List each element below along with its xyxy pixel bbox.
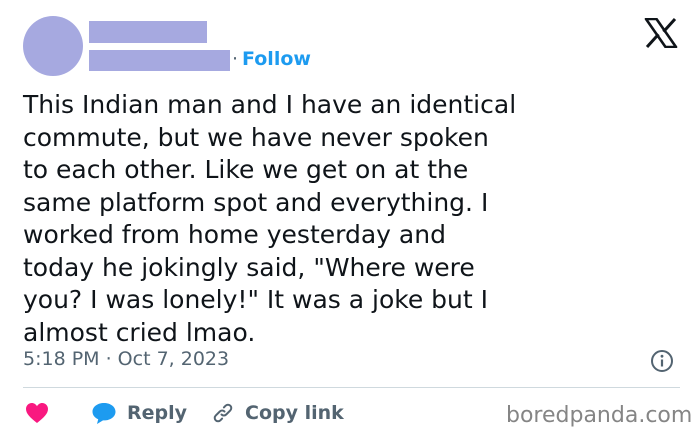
follow-button[interactable]: · Follow [232, 47, 311, 71]
x-logo-icon[interactable] [644, 18, 678, 48]
username-redacted[interactable] [89, 50, 230, 71]
display-name-redacted[interactable] [89, 21, 207, 43]
action-bar: Reply Copy link [25, 398, 344, 428]
info-icon[interactable] [650, 349, 674, 373]
avatar[interactable] [23, 16, 83, 76]
follow-label: Follow [242, 48, 311, 70]
watermark: boredpanda.com [506, 403, 693, 428]
copy-link-button[interactable]: Copy link [187, 401, 344, 425]
follow-separator: · [232, 48, 239, 70]
heart-icon[interactable] [25, 402, 49, 424]
link-icon [213, 403, 233, 423]
divider [23, 387, 680, 388]
tweet-text: This Indian man and I have an identical … [23, 90, 517, 347]
reply-label: Reply [127, 402, 188, 424]
speech-bubble-icon [92, 403, 116, 424]
tweet-timestamp[interactable]: 5:18 PM · Oct 7, 2023 [23, 348, 229, 370]
reply-button[interactable]: Reply [49, 401, 187, 425]
copy-link-label: Copy link [245, 402, 344, 424]
